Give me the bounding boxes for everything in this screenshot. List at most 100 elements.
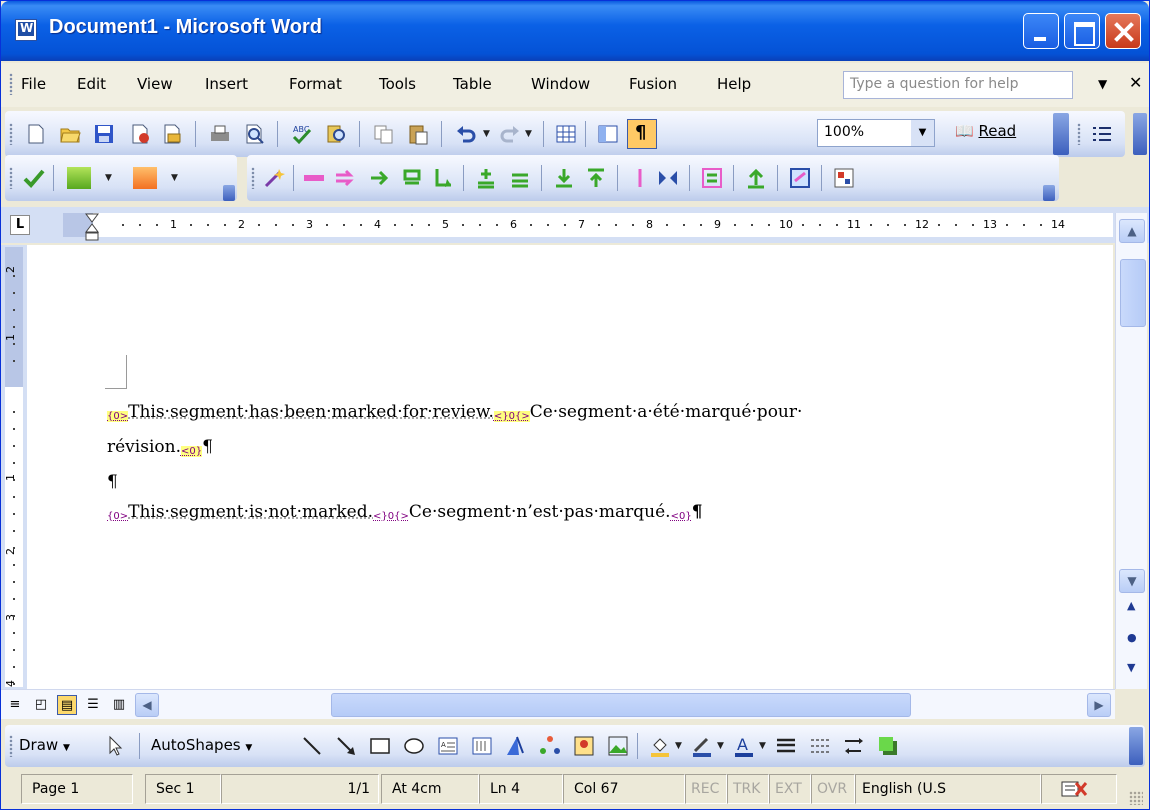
undo-dropdown-icon[interactable]: ▼ [483, 129, 490, 139]
print-icon[interactable] [209, 123, 231, 145]
restore-source-icon[interactable] [401, 167, 423, 189]
scroll-up-button[interactable]: ▲ [1119, 219, 1145, 243]
fill-color-dropdown-icon[interactable]: ▼ [675, 741, 682, 751]
term-list-icon[interactable] [509, 167, 531, 189]
toolbar-grip-icon[interactable] [9, 735, 13, 757]
web-layout-icon[interactable]: ◰ [31, 695, 51, 715]
menu-insert[interactable]: Insert [205, 75, 248, 93]
draw-menu-button[interactable]: Draw ▼ [19, 736, 70, 754]
vertical-text-box-icon[interactable] [471, 735, 493, 757]
autoshapes-menu-button[interactable]: AutoShapes ▼ [151, 736, 252, 754]
status-ext[interactable]: EXT [769, 774, 811, 804]
normal-view-icon[interactable]: ≡ [5, 695, 25, 715]
text-box-icon[interactable]: A [437, 735, 459, 757]
select-browse-object-icon[interactable]: ● [1127, 631, 1137, 644]
print-preview-icon[interactable] [243, 123, 265, 145]
settings-panel-icon[interactable] [833, 167, 855, 189]
scroll-down-button[interactable]: ▼ [1119, 569, 1145, 593]
scroll-left-button[interactable]: ◀ [135, 693, 159, 717]
resize-grip-icon[interactable] [1129, 791, 1143, 805]
menu-file[interactable]: File [21, 75, 46, 93]
outline-view-icon[interactable]: ☰ [83, 695, 103, 715]
show-formatting-button[interactable]: ¶ [627, 119, 657, 149]
get-translation-icon[interactable] [553, 167, 575, 189]
arrow-style-icon[interactable] [843, 735, 865, 757]
redo-dropdown-icon[interactable]: ▼ [525, 129, 532, 139]
color-dropdown-icon[interactable]: ▼ [171, 173, 178, 183]
select-objects-icon[interactable] [105, 735, 127, 757]
document-map-icon[interactable] [597, 123, 619, 145]
shadow-style-icon[interactable] [877, 735, 899, 757]
open-folder-icon[interactable] [59, 123, 81, 145]
email-icon[interactable] [161, 123, 183, 145]
permission-icon[interactable] [129, 123, 151, 145]
add-term-icon[interactable] [475, 167, 497, 189]
toolbar-options-icon[interactable] [1133, 113, 1147, 155]
title-bar[interactable]: Document1 - Microsoft Word [1, 1, 1149, 61]
new-document-icon[interactable] [25, 123, 47, 145]
toolbar-grip-icon[interactable] [9, 123, 13, 145]
swap-icon[interactable] [657, 167, 679, 189]
menu-tools[interactable]: Tools [379, 75, 416, 93]
help-question-input[interactable]: Type a question for help [843, 71, 1073, 99]
concordance-icon[interactable] [701, 167, 723, 189]
color-dropdown-icon[interactable]: ▼ [105, 173, 112, 183]
set-translation-icon[interactable] [585, 167, 607, 189]
horizontal-ruler[interactable]: 1 2 3 4 5 6 7 8 9 10 11 12 13 14 [63, 213, 1113, 237]
menu-help[interactable]: Help [717, 75, 751, 93]
close-button[interactable] [1105, 13, 1141, 49]
highlight-green-icon[interactable] [67, 167, 91, 189]
rectangle-icon[interactable] [369, 735, 391, 757]
zoom-dropdown-icon[interactable]: ▼ [911, 120, 934, 146]
reading-layout-icon[interactable]: ▥ [109, 695, 129, 715]
toolbar-grip-icon[interactable] [1077, 123, 1081, 145]
document-page[interactable]: {0>This·segment·has·been·marked·for·revi… [27, 245, 1113, 689]
status-trk[interactable]: TRK [727, 774, 769, 804]
toolbar-options-icon[interactable] [1043, 185, 1055, 201]
wordart-icon[interactable] [505, 735, 527, 757]
line-color-dropdown-icon[interactable]: ▼ [717, 741, 724, 751]
oval-icon[interactable] [403, 735, 425, 757]
research-icon[interactable] [325, 123, 347, 145]
toolbar-grip-icon[interactable] [9, 167, 13, 189]
toolbar-options-icon[interactable] [1129, 727, 1143, 765]
toolbar-grip-icon[interactable] [251, 167, 255, 189]
tab-selector-button[interactable]: L [10, 215, 30, 235]
status-ovr[interactable]: OVR [811, 774, 855, 804]
menu-window[interactable]: Window [531, 75, 590, 93]
vertical-scrollbar[interactable]: ▲ ▼ [1115, 213, 1147, 689]
clip-art-icon[interactable] [573, 735, 595, 757]
next-page-icon[interactable]: ▼ [1127, 661, 1135, 674]
status-rec[interactable]: REC [685, 774, 727, 804]
fuzzy-match-icon[interactable] [789, 167, 811, 189]
copy-icon[interactable] [373, 123, 395, 145]
insert-table-icon[interactable] [555, 123, 577, 145]
font-color-icon[interactable]: A [733, 735, 755, 757]
upload-icon[interactable] [745, 167, 767, 189]
segment-next-icon[interactable] [335, 167, 357, 189]
toolbar-options-icon[interactable] [1053, 113, 1069, 155]
arrow-right-icon[interactable] [369, 167, 391, 189]
checkmark-icon[interactable] [23, 167, 45, 189]
fill-color-icon[interactable] [649, 735, 671, 757]
previous-page-icon[interactable]: ▲ [1127, 599, 1135, 612]
horizontal-scrollbar[interactable]: ≡ ◰ ▤ ☰ ▥ ◀ ▶ [1, 689, 1115, 719]
save-icon[interactable] [93, 123, 115, 145]
redo-icon[interactable] [499, 123, 521, 145]
minimize-button[interactable] [1023, 13, 1059, 49]
font-color-dropdown-icon[interactable]: ▼ [759, 741, 766, 751]
diagram-icon[interactable] [539, 735, 561, 757]
undo-icon[interactable] [455, 123, 477, 145]
read-button[interactable]: 📖 Read [955, 122, 1016, 140]
status-spelling[interactable] [1041, 774, 1117, 804]
menubar-grip-icon[interactable] [9, 73, 13, 95]
scroll-right-button[interactable]: ▶ [1087, 693, 1111, 717]
spelling-grammar-icon[interactable]: ABC [291, 123, 313, 145]
line-style-icon[interactable] [775, 735, 797, 757]
magic-wand-icon[interactable] [263, 167, 285, 189]
dash-style-icon[interactable] [809, 735, 831, 757]
menu-table[interactable]: Table [453, 75, 492, 93]
arrow-icon[interactable] [335, 735, 357, 757]
insert-picture-icon[interactable] [607, 735, 629, 757]
cursor-bar-icon[interactable] [629, 167, 651, 189]
